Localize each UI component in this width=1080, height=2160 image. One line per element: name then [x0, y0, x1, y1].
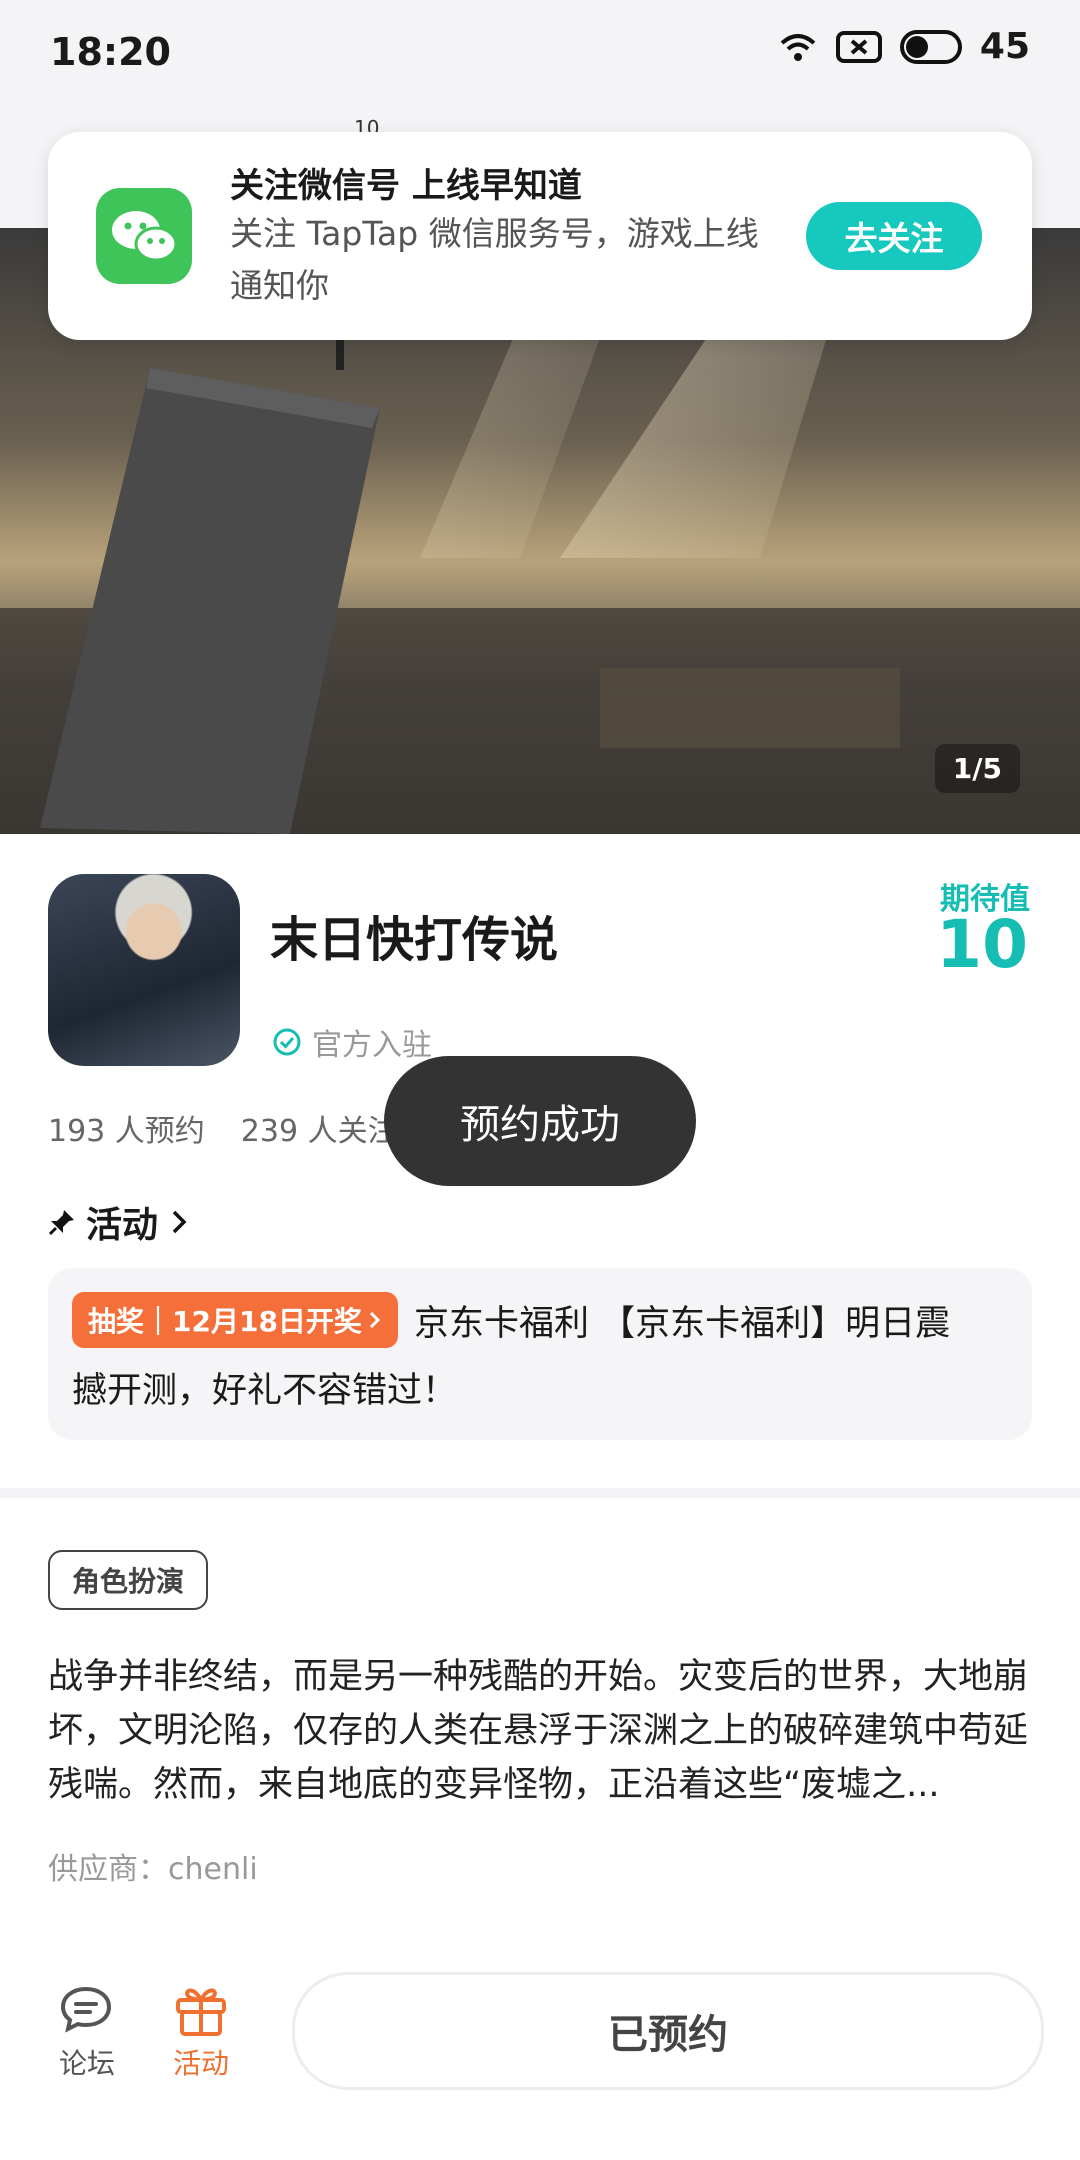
- bottom-action-bar: 论坛 活动 已预约: [0, 1940, 1080, 2160]
- reserved-button[interactable]: 已预约: [292, 1972, 1044, 2090]
- expect-value: 10: [936, 906, 1028, 983]
- status-icons: 45: [778, 26, 1030, 67]
- badge-chevron-icon: [369, 1311, 381, 1329]
- lottery-badge: 抽奖｜12月18日开奖: [72, 1292, 398, 1348]
- game-app-icon[interactable]: [48, 874, 240, 1066]
- activity-section-label: 活动: [86, 1205, 159, 1246]
- verified-check-icon: [273, 1028, 301, 1056]
- activity-card[interactable]: 抽奖｜12月18日开奖 京东卡福利 【京东卡福利】明日震 撼开测，好礼不容错过！: [48, 1268, 1032, 1440]
- nav-forum[interactable]: 论坛: [58, 1984, 116, 2082]
- game-title: 末日快打传说: [270, 912, 559, 968]
- follower-count: 239 人关注: [240, 1114, 398, 1149]
- nav-activity[interactable]: 活动: [172, 1980, 230, 2082]
- activity-line1: 抽奖｜12月18日开奖 京东卡福利 【京东卡福利】明日震: [72, 1292, 950, 1348]
- wechat-banner-title: 关注微信号 上线早知道: [230, 166, 582, 206]
- gift-icon: [176, 1988, 226, 2036]
- section-divider: [0, 1488, 1080, 1498]
- verified-row: 官方入驻: [272, 1020, 432, 1064]
- genre-tag[interactable]: 角色扮演: [48, 1550, 209, 1610]
- verified-label: 官方入驻: [312, 1028, 432, 1063]
- wechat-icon: [96, 188, 192, 284]
- supplier-label: 供应商：chenli: [48, 1852, 258, 1887]
- stats-row: 193 人预约 239 人关注: [48, 1106, 398, 1150]
- forum-chat-icon: [60, 1986, 112, 2033]
- wechat-follow-banner[interactable]: 关注微信号 上线早知道 关注 TapTap 微信服务号，游戏上线通知你 去关注: [48, 132, 1032, 340]
- nav-activity-label: 活动: [172, 2047, 229, 2080]
- wechat-banner-description: 关注 TapTap 微信服务号，游戏上线通知你: [230, 214, 759, 305]
- activity-title-line1: 京东卡福利 【京东卡福利】明日震: [413, 1303, 951, 1344]
- battery-level: 45: [979, 26, 1030, 67]
- wifi-icon: [780, 33, 816, 61]
- lottery-badge-label: 抽奖｜12月18日开奖: [88, 1305, 362, 1338]
- activity-section-header[interactable]: 活动: [48, 1196, 190, 1248]
- chevron-right-icon: [172, 1210, 187, 1234]
- battery-icon: [899, 29, 962, 64]
- activity-title-line2: 撼开测，好礼不容错过！: [72, 1371, 458, 1411]
- toast-message: 预约成功: [384, 1056, 696, 1186]
- follow-button[interactable]: 去关注: [806, 202, 982, 270]
- sim-disabled-icon: [835, 30, 882, 63]
- reservation-count: 193 人预约: [48, 1114, 205, 1149]
- status-time: 18:20: [50, 30, 171, 74]
- pin-icon: [48, 1210, 74, 1236]
- game-description[interactable]: 战争并非终结，而是另一种残酷的开始。灾变后的世界，大地崩坏，文明沦陷，仅存的人类…: [48, 1650, 1028, 1812]
- nav-forum-label: 论坛: [58, 2047, 115, 2080]
- status-bar: 18:20 45: [0, 0, 1080, 110]
- image-counter: 1/5: [934, 744, 1020, 793]
